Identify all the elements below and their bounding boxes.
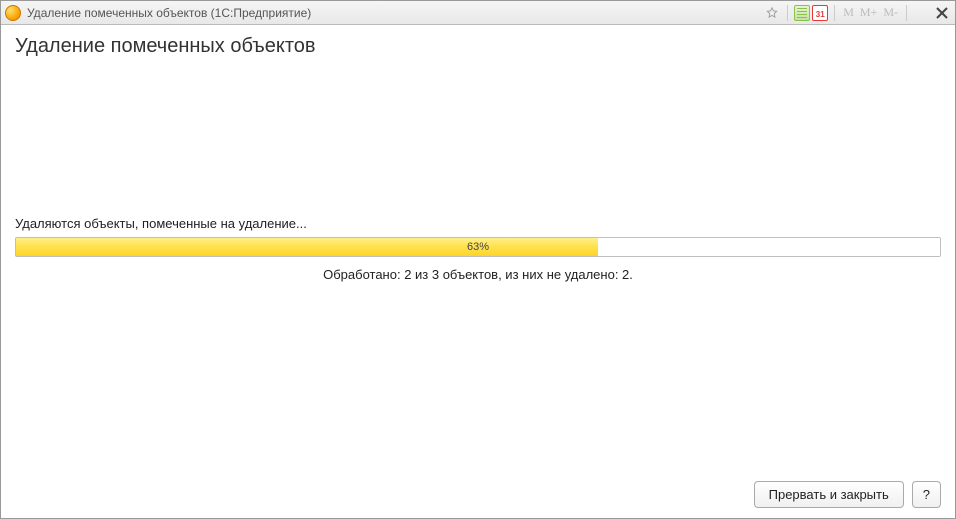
- processed-info: Обработано: 2 из 3 объектов, из них не у…: [15, 267, 941, 282]
- memory-m-icon[interactable]: M: [841, 4, 856, 22]
- calculator-icon[interactable]: [794, 5, 810, 21]
- separator: [834, 5, 835, 21]
- close-icon[interactable]: [933, 4, 951, 22]
- calendar-icon[interactable]: 31: [812, 5, 828, 21]
- status-label: Удаляются объекты, помеченные на удалени…: [15, 216, 941, 231]
- memory-mminus-icon[interactable]: M-: [881, 4, 900, 22]
- favorite-icon[interactable]: [763, 4, 781, 22]
- page-title: Удаление помеченных объектов: [15, 35, 941, 58]
- titlebar: Удаление помеченных объектов (1С:Предпри…: [1, 1, 955, 25]
- separator: [787, 5, 788, 21]
- footer: Прервать и закрыть ?: [754, 481, 941, 508]
- help-button[interactable]: ?: [912, 481, 941, 508]
- maximize-icon[interactable]: [913, 4, 931, 22]
- titlebar-controls: 31 M M+ M-: [763, 4, 951, 22]
- separator: [906, 5, 907, 21]
- app-icon: [5, 5, 21, 21]
- memory-mplus-icon[interactable]: M+: [858, 4, 879, 22]
- spacer: [15, 66, 941, 216]
- progress-percent-label: 63%: [16, 238, 940, 256]
- content-area: Удаление помеченных объектов Удаляются о…: [1, 25, 955, 518]
- abort-close-button[interactable]: Прервать и закрыть: [754, 481, 904, 508]
- window-title: Удаление помеченных объектов (1С:Предпри…: [27, 6, 763, 20]
- progress-bar: 63%: [15, 237, 941, 257]
